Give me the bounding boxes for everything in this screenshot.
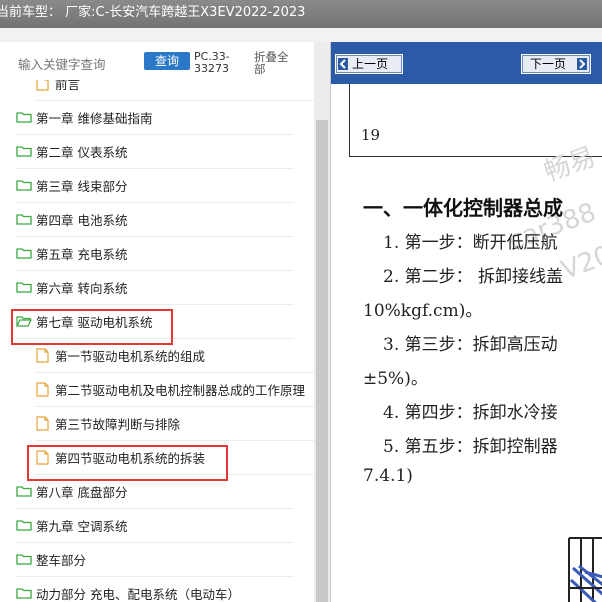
pc-label: PC.33-33273 [194,50,230,75]
document-viewer: 上一页 下一页 19 畅易 car388 V20 一、一体化控制器总成 1. 第… [331,42,602,602]
doc-line: 10%kgf.cm)。 [363,301,483,321]
folder-icon [16,146,32,157]
scrollbar-thumb[interactable] [316,120,328,602]
section-title: 一、一体化控制器总成 [363,196,563,220]
folder-icon [16,112,32,123]
vertical-scrollbar[interactable] [314,42,330,602]
page-nav-bar: 上一页 下一页 [331,42,602,84]
search-bar: 查询 PC.33-33273 折叠全部 [0,42,330,82]
document-icon [36,381,49,397]
tree-chapter-9[interactable]: 第九章 空调系统 [16,508,294,543]
document-icon [36,347,49,363]
page-number: 19 [361,126,381,144]
folder-icon [16,282,32,293]
top-strip [0,28,602,42]
document-page: 19 畅易 car388 V20 一、一体化控制器总成 1. 第一步：断开低压航… [349,84,602,602]
doc-line: 3. 第三步：拆卸高压动 [383,335,558,355]
tree-item-label: 第一节驱动电机系统的组成 [55,348,206,364]
tree-item-label: 第八章 底盘部分 [36,484,128,500]
catalog-panel: 查询 PC.33-33273 折叠全部 前言 第一章 维修基础指南 第二章 仪表… [0,42,331,602]
tree-item-label: 第六章 转向系统 [36,280,128,296]
tree-chapter-5[interactable]: 第五章 充电系统 [16,236,294,271]
tree-item-label: 第二节驱动电机及电机控制器总成的工作原理 [55,382,306,398]
folder-icon [16,588,32,599]
tree-item-label: 第五章 充电系统 [36,246,128,262]
tree-chapter-1[interactable]: 第一章 维修基础指南 [16,100,294,135]
tree-item-label: 第四章 电池系统 [36,212,128,228]
catalog-tree: 前言 第一章 维修基础指南 第二章 仪表系统 第三章 线束部分 第四章 电池系统… [0,80,314,602]
doc-line: ±5%)。 [363,369,428,389]
folder-icon [16,486,32,497]
tree-chapter-6[interactable]: 第六章 转向系统 [16,270,294,305]
next-page-label: 下一页 [530,57,567,71]
tree-item-label: 第三节故障判断与排除 [55,416,181,432]
title-text: 当前车型： 厂家:C-长安汽车跨越王X3EV2022-2023 [0,5,306,20]
tree-chapter-3[interactable]: 第三章 线束部分 [16,168,294,203]
folder-icon [16,180,32,191]
tree-section-2[interactable]: 第二节驱动电机及电机控制器总成的工作原理 [36,372,314,407]
watermark: V20 [557,240,602,286]
folder-icon [16,214,32,225]
fold-all-button[interactable]: 折叠全部 [254,51,296,75]
next-page-button[interactable]: 下一页 [521,54,591,74]
tree-item-preface[interactable]: 前言 [36,80,314,101]
tree-item-label: 第九章 空调系统 [36,518,128,534]
prev-page-button[interactable]: 上一页 [335,54,403,74]
document-icon [36,415,49,431]
tree-power[interactable]: 动力部分 充电、配电系统（电动车） [16,576,294,602]
folder-icon [16,248,32,259]
tree-item-label: 第一章 维修基础指南 [36,110,153,126]
title-bar: 当前车型： 厂家:C-长安汽车跨越王X3EV2022-2023 [0,0,602,28]
tree-item-label: 整车部分 [36,552,87,568]
arrow-left-icon [338,58,348,70]
doc-line: 7.4.1) [363,466,413,486]
prev-page-label: 上一页 [352,57,389,71]
tree-vehicle[interactable]: 整车部分 [16,542,294,577]
tree-item-label: 第三章 线束部分 [36,178,128,194]
folder-icon [16,520,32,531]
folder-icon [16,554,32,565]
query-button[interactable]: 查询 [144,52,190,70]
diagram-figure [568,537,602,602]
tree-item-label: 动力部分 充电、配电系统（电动车） [36,586,240,602]
tree-item-label: 前言 [55,80,81,92]
tree-chapter-2[interactable]: 第二章 仪表系统 [16,134,294,169]
doc-line: 5. 第五步：拆卸控制器 [383,437,558,457]
search-input[interactable] [16,54,144,74]
tree-section-3[interactable]: 第三节故障判断与排除 [36,406,314,441]
doc-line: 2. 第二步： 拆卸接线盖 [383,267,564,287]
doc-line: 1. 第一步：断开低压航 [383,233,558,253]
tree-item-label: 第二章 仪表系统 [36,144,128,160]
highlight-box-section [27,445,228,481]
highlight-box-chapter [11,309,173,345]
doc-line: 4. 第四步：拆卸水冷接 [383,403,558,423]
arrow-right-icon [577,58,587,70]
document-icon [36,80,49,91]
tree-chapter-4[interactable]: 第四章 电池系统 [16,202,294,237]
